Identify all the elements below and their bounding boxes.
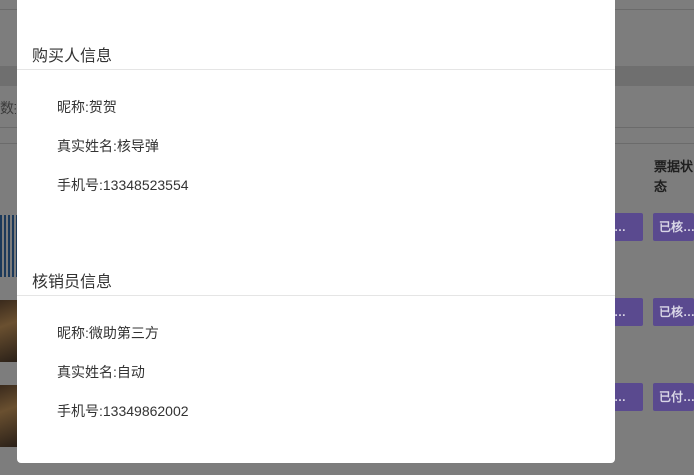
qr-code-thumbnail bbox=[0, 215, 17, 277]
background-column-header-ticket-status: 票据状态 bbox=[654, 159, 694, 194]
verifier-realname-label: 真实姓名: bbox=[57, 364, 117, 380]
verifier-nickname-value: 微助第三方 bbox=[88, 325, 159, 341]
info-modal: 购买人信息 昵称:贺贺 真实姓名:核导弹 手机号:13348523554 核销员… bbox=[17, 0, 615, 463]
buyer-nickname-value: 贺贺 bbox=[88, 99, 117, 115]
row-status-button[interactable]: 已核… bbox=[653, 213, 694, 241]
buyer-info-title: 购买人信息 bbox=[32, 48, 113, 65]
buyer-realname-label: 真实姓名: bbox=[57, 138, 117, 154]
verifier-info-title: 核销员信息 bbox=[32, 274, 113, 291]
verifier-phone: 手机号:13349862002 bbox=[57, 401, 189, 421]
verifier-realname: 真实姓名:自动 bbox=[57, 362, 145, 382]
background-left-label: 数据 bbox=[0, 100, 16, 116]
section-divider bbox=[17, 295, 615, 296]
buyer-realname: 真实姓名:核导弹 bbox=[57, 136, 159, 156]
row-status-button[interactable]: 已核… bbox=[653, 298, 694, 326]
verifier-nickname-label: 昵称: bbox=[57, 325, 89, 341]
verifier-nickname: 昵称:微助第三方 bbox=[57, 323, 159, 343]
row-status-button[interactable]: 已付… bbox=[653, 383, 694, 411]
buyer-phone-label: 手机号: bbox=[57, 177, 103, 193]
buyer-nickname-label: 昵称: bbox=[57, 99, 89, 115]
verifier-phone-label: 手机号: bbox=[57, 403, 103, 419]
buyer-nickname: 昵称:贺贺 bbox=[57, 97, 117, 117]
buyer-phone-value: 13348523554 bbox=[102, 177, 189, 193]
verifier-phone-value: 13349862002 bbox=[102, 403, 189, 419]
photo-thumbnail bbox=[0, 385, 17, 447]
buyer-phone: 手机号:13348523554 bbox=[57, 175, 189, 195]
photo-thumbnail bbox=[0, 300, 17, 362]
verifier-realname-value: 自动 bbox=[116, 364, 145, 380]
section-divider bbox=[17, 69, 615, 70]
buyer-realname-value: 核导弹 bbox=[116, 138, 159, 154]
